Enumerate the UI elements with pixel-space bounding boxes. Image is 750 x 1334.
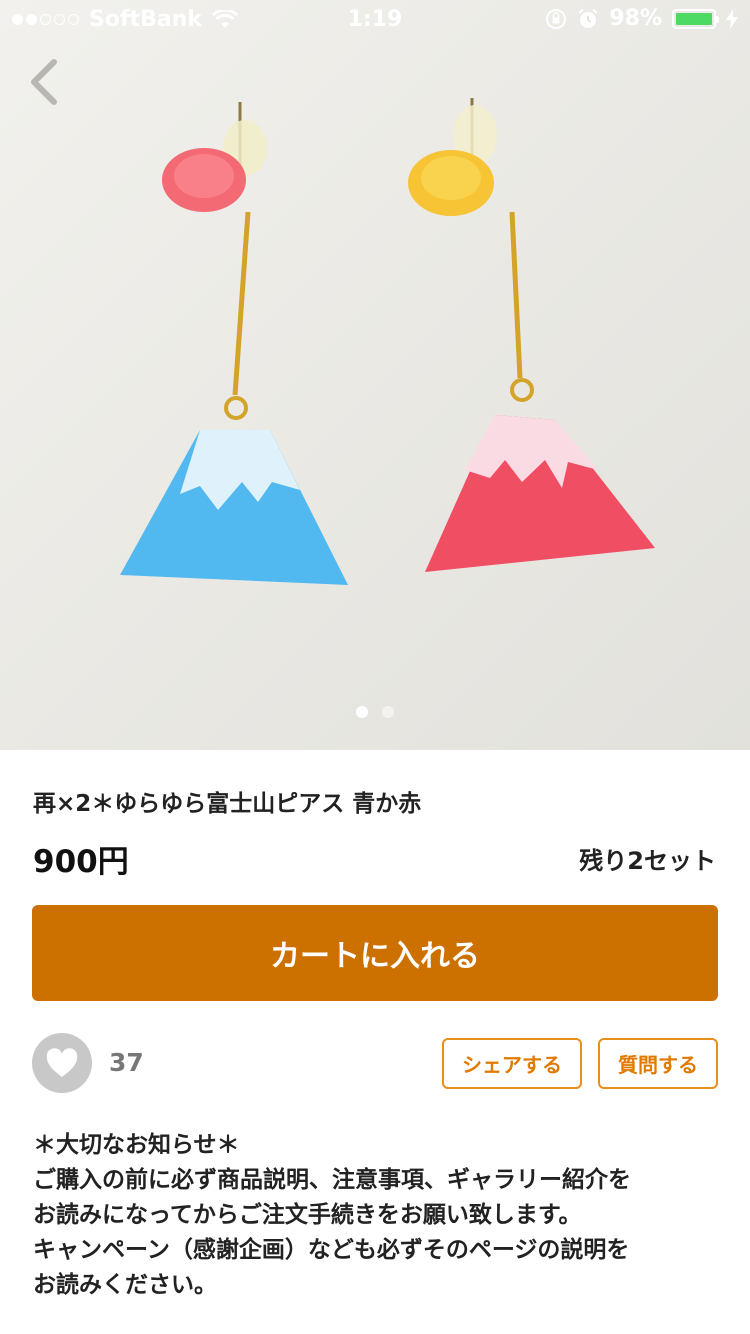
notice-line: ご購入の前に必ず商品説明、注意事項、ギャラリー紹介を [33, 1167, 631, 1193]
orientation-lock-icon [546, 8, 567, 29]
gallery-dot[interactable] [382, 706, 394, 718]
like-button[interactable] [32, 1033, 92, 1093]
notice-line: お読みになってからご注文手続きをお願い致します。 [33, 1202, 582, 1228]
gallery-page-indicator[interactable] [0, 706, 750, 718]
notice-line: ＊大切なお知らせ＊ [33, 1132, 240, 1158]
back-button[interactable] [24, 56, 68, 108]
add-to-cart-button[interactable]: カートに入れる [32, 905, 718, 1001]
charging-bolt-icon [726, 8, 738, 29]
important-notice: ＊大切なお知らせ＊ ご購入の前に必ず商品説明、注意事項、ギャラリー紹介を お読み… [33, 1128, 723, 1303]
ask-question-button[interactable]: 質問する [598, 1038, 718, 1089]
chevron-left-icon [31, 59, 57, 105]
alarm-icon [578, 8, 598, 28]
status-bar: SoftBank 1:19 98% [0, 0, 750, 40]
battery-icon [672, 8, 719, 29]
share-button[interactable]: シェアする [442, 1038, 582, 1089]
product-price: 900円 [33, 844, 129, 880]
notice-line: キャンペーン（感謝企画）なども必ずそのページの説明を [33, 1237, 630, 1263]
notice-line: お読みください。 [33, 1272, 217, 1298]
product-title: 再×2＊ゆらゆら富士山ピアス 青か赤 [33, 791, 422, 817]
battery-percent: 98% [609, 6, 662, 31]
earring-right-red [408, 98, 655, 572]
product-image-gallery[interactable]: SoftBank 1:19 98% [0, 0, 750, 750]
stock-remaining: 残り2セット [579, 847, 716, 875]
earring-left-blue [120, 102, 348, 585]
product-photo-earrings [120, 98, 655, 585]
gallery-dot[interactable] [356, 706, 368, 718]
like-count: 37 [109, 1048, 144, 1077]
heart-icon [46, 1048, 78, 1077]
